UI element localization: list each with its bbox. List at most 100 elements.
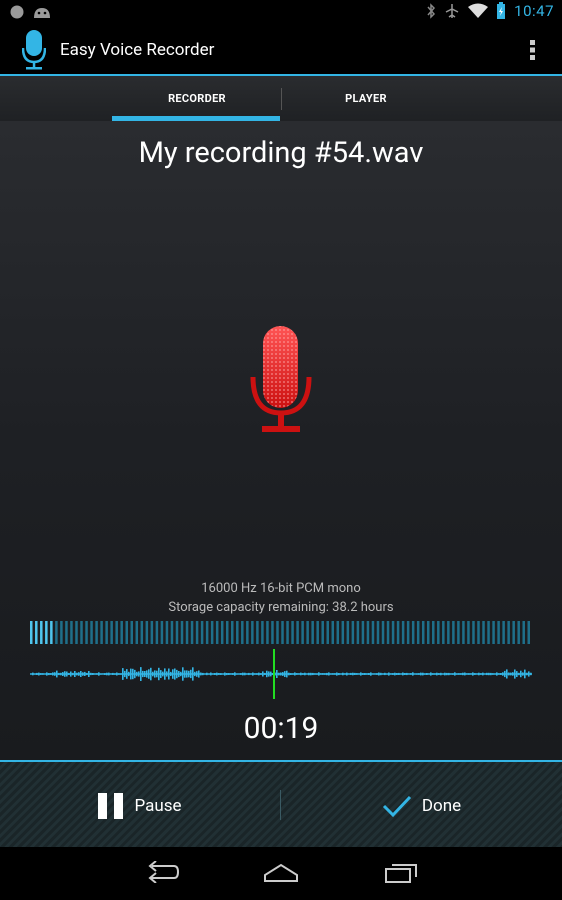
waveform-sample xyxy=(402,672,404,676)
waveform-sample xyxy=(90,672,92,676)
waveform-sample xyxy=(308,672,310,676)
waveform-sample xyxy=(262,671,264,677)
waveform-sample xyxy=(312,672,314,676)
waveform-sample xyxy=(104,673,106,675)
level-meter xyxy=(30,621,530,644)
waveform-sample xyxy=(480,673,482,675)
tab-recorder[interactable]: RECORDER xyxy=(112,76,282,121)
home-icon[interactable] xyxy=(263,861,299,883)
waveform-sample xyxy=(124,670,126,678)
waveform-sample xyxy=(100,673,102,675)
waveform-sample xyxy=(430,672,432,676)
level-bar xyxy=(155,621,159,644)
waveform-sample xyxy=(48,673,50,676)
waveform-sample xyxy=(442,673,444,675)
level-bar xyxy=(40,621,43,644)
waveform-sample xyxy=(122,668,124,680)
level-bar xyxy=(507,621,510,644)
waveform-sample xyxy=(416,673,418,675)
waveform-sample xyxy=(330,673,332,675)
back-icon[interactable] xyxy=(144,861,180,883)
waveform-sample xyxy=(198,670,200,678)
level-bar xyxy=(200,621,204,644)
waveform-sample xyxy=(240,673,242,675)
waveform-sample xyxy=(92,673,94,675)
level-bar xyxy=(140,621,144,644)
waveform-sample xyxy=(478,672,480,676)
overflow-menu-icon[interactable] xyxy=(530,40,536,60)
level-bar xyxy=(220,621,224,644)
level-bar xyxy=(170,621,174,644)
waveform-sample xyxy=(164,668,166,680)
waveform-sample xyxy=(52,672,54,676)
level-bar xyxy=(150,621,154,644)
waveform-sample xyxy=(460,673,462,675)
level-bar xyxy=(401,621,405,644)
check-icon xyxy=(382,795,411,817)
waveform-sample xyxy=(284,671,286,677)
waveform-sample xyxy=(40,673,42,675)
waveform-sample xyxy=(364,673,366,675)
airplane-off-icon xyxy=(445,4,459,18)
mic-app-icon[interactable] xyxy=(22,28,46,72)
waveform-sample xyxy=(166,671,168,677)
waveform-sample xyxy=(352,672,354,676)
waveform-sample xyxy=(294,672,296,676)
level-bar xyxy=(125,621,128,644)
waveform-sample xyxy=(332,673,334,675)
level-bar xyxy=(85,621,88,644)
level-bar xyxy=(472,621,475,644)
waveform-sample xyxy=(354,672,356,675)
pause-button[interactable]: Pause xyxy=(0,762,280,849)
waveform-sample xyxy=(136,671,138,677)
level-bar xyxy=(45,621,48,644)
waveform-sample xyxy=(60,672,62,676)
waveform-sample xyxy=(280,672,282,676)
notification-circle-icon xyxy=(10,5,24,19)
waveform-sample xyxy=(310,672,312,676)
level-bar xyxy=(477,621,480,644)
waveform-sample xyxy=(516,671,518,677)
waveform-sample xyxy=(494,673,496,675)
waveform-sample xyxy=(500,673,502,675)
recents-icon[interactable] xyxy=(384,861,420,883)
waveform-sample xyxy=(58,672,60,676)
waveform-sample xyxy=(70,671,72,677)
level-bar xyxy=(416,621,420,644)
waveform-sample xyxy=(348,673,350,675)
waveform-sample xyxy=(322,673,324,675)
waveform-sample xyxy=(376,673,378,675)
level-bar xyxy=(281,621,284,644)
waveform-sample xyxy=(522,672,524,676)
waveform-sample xyxy=(506,669,508,679)
level-bar xyxy=(105,621,108,644)
level-bar xyxy=(462,621,465,644)
tab-divider xyxy=(281,88,282,110)
level-bar xyxy=(246,621,249,644)
waveform-sample xyxy=(238,673,240,675)
navigation-bar xyxy=(0,847,562,900)
level-bar xyxy=(135,621,139,644)
tab-player[interactable]: PLAYER xyxy=(281,76,451,121)
waveform-sample xyxy=(142,670,144,678)
waveform-sample xyxy=(120,673,122,675)
waveform-sample xyxy=(314,673,316,675)
waveform-sample xyxy=(162,671,164,677)
clock: 10:47 xyxy=(514,2,554,20)
done-button[interactable]: Done xyxy=(281,762,562,849)
waveform-sample xyxy=(520,670,522,678)
level-bar xyxy=(180,621,184,644)
waveform-sample xyxy=(34,673,36,675)
waveform-sample xyxy=(428,673,430,675)
waveform-sample xyxy=(270,671,272,677)
level-bar xyxy=(50,621,53,644)
waveform-sample xyxy=(450,673,452,675)
waveform-sample xyxy=(254,673,256,675)
waveform-sample xyxy=(230,673,232,675)
waveform-sample xyxy=(174,668,176,680)
waveform-sample xyxy=(486,672,488,676)
mic-recording-icon[interactable] xyxy=(250,324,312,438)
waveform-sample xyxy=(286,670,288,678)
waveform-sample xyxy=(264,672,266,675)
waveform-sample xyxy=(448,672,450,676)
